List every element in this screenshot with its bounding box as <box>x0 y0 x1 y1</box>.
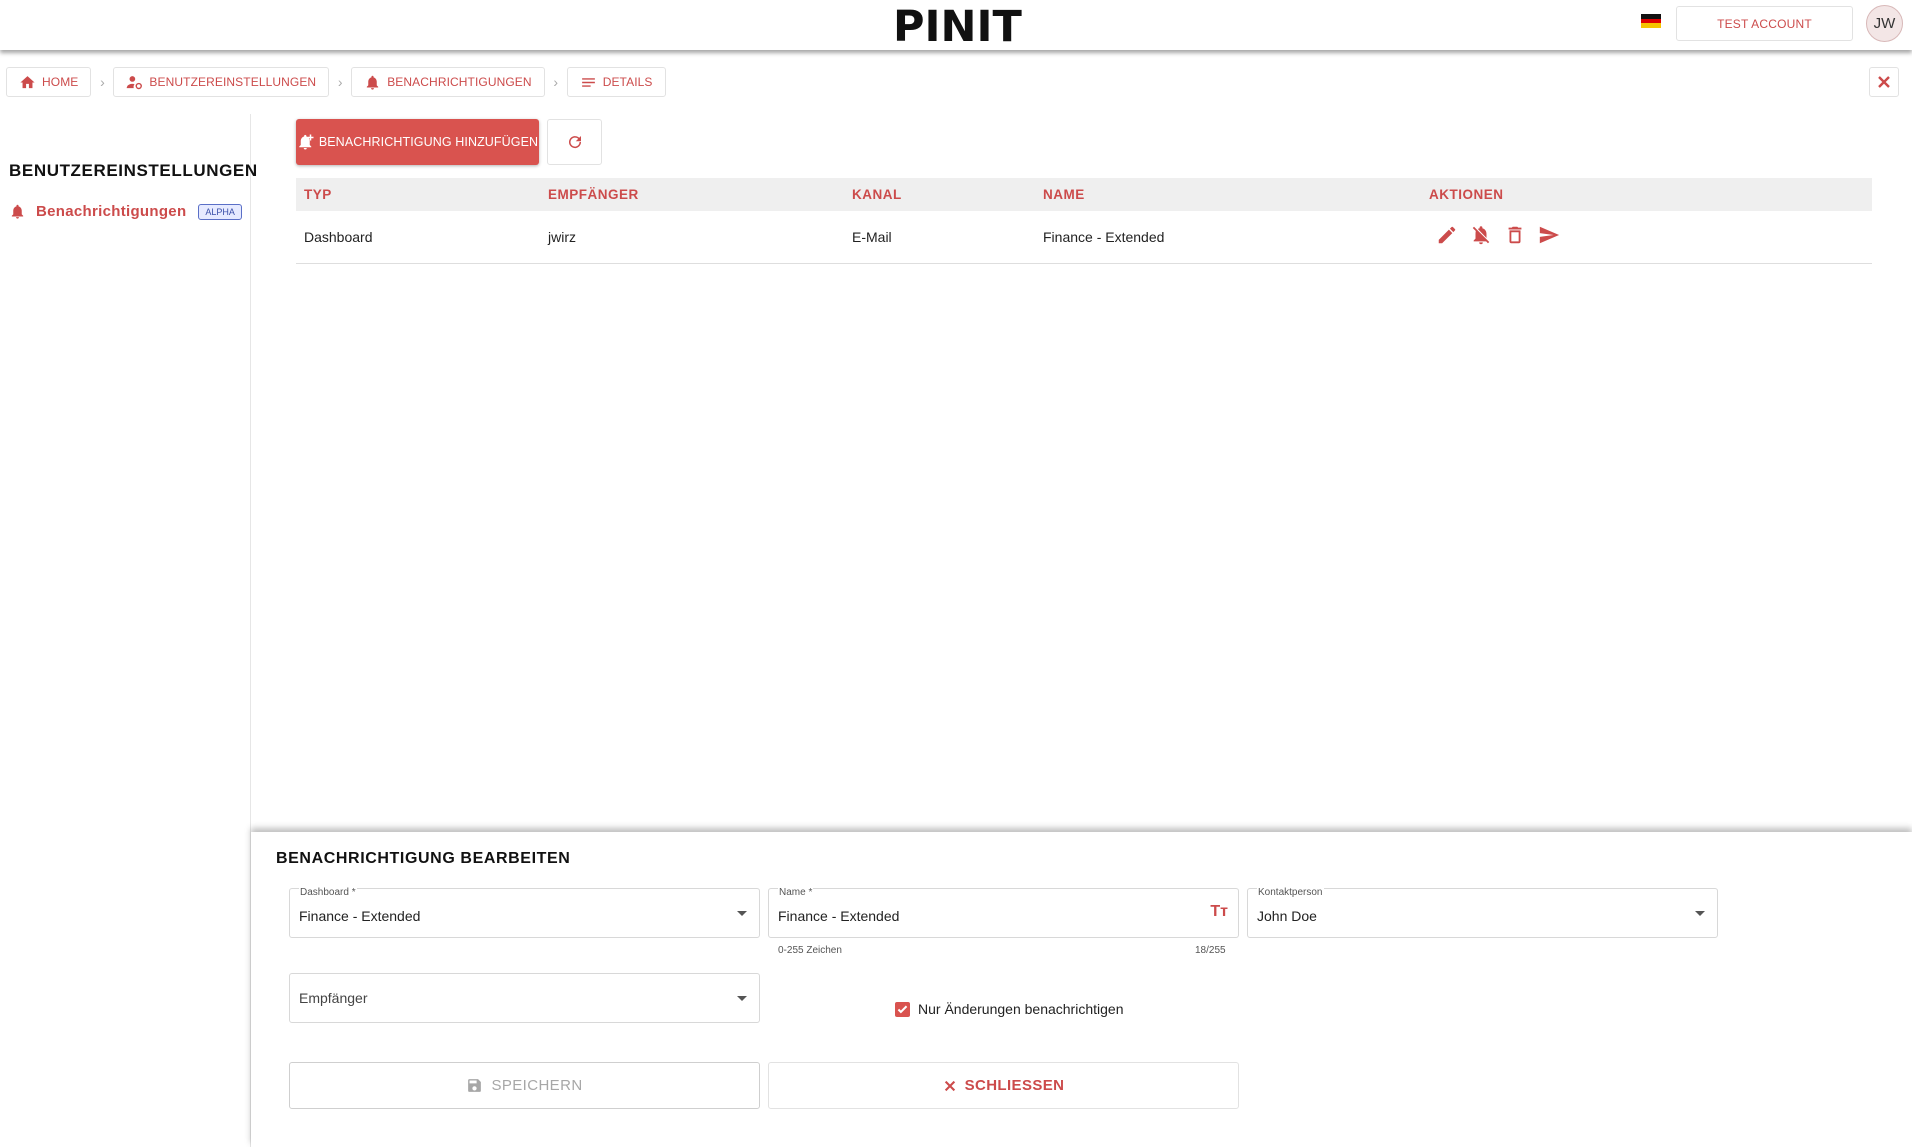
save-label: SPEICHERN <box>491 1077 583 1094</box>
cell-typ: Dashboard <box>304 229 373 245</box>
name-hint: 0-255 Zeichen <box>778 945 842 956</box>
close-panel-button[interactable]: SCHLIESSEN <box>768 1062 1239 1109</box>
table-header: TYP EMPFÄNGER KANAL NAME AKTIONEN <box>296 178 1872 211</box>
chevron-right-icon: › <box>100 74 105 90</box>
bell-icon <box>367 75 379 90</box>
alpha-badge: ALPHA <box>198 203 242 220</box>
text-format-icon: Tт <box>1210 903 1228 920</box>
only-changes-checkbox[interactable] <box>895 1001 910 1017</box>
name-counter: 18/255 <box>1195 945 1226 956</box>
column-header-typ[interactable]: TYP <box>304 187 332 202</box>
recipient-select[interactable]: Empfänger <box>289 973 760 1023</box>
list-icon <box>581 77 595 87</box>
recipient-placeholder: Empfänger <box>299 990 368 1006</box>
chevron-right-icon: › <box>337 74 343 90</box>
add-notification-label: BENACHRICHTIGUNG HINZUFÜGEN <box>318 135 539 149</box>
breadcrumb-user-settings[interactable]: BENUTZEREINSTELLUNGEN <box>113 67 330 97</box>
chevron-down-icon <box>1695 911 1705 916</box>
contact-person-value: John Doe <box>1257 908 1317 924</box>
breadcrumb: HOME › BENUTZEREINSTELLUNGEN › BENACHRIC… <box>6 67 666 97</box>
contact-person-select[interactable]: Kontaktperson John Doe <box>1247 887 1718 938</box>
close-icon <box>1878 76 1890 88</box>
dashboard-select[interactable]: Dashboard * Finance - Extended <box>289 887 760 938</box>
app-logo[interactable]: PINIT <box>893 2 1022 52</box>
name-field[interactable]: Name * Finance - Extended Tт <box>768 887 1239 938</box>
breadcrumb-label: HOME <box>42 75 79 89</box>
breadcrumb-label: BENACHRICHTIGUNGEN <box>387 75 532 89</box>
breadcrumb-home[interactable]: HOME <box>6 67 92 97</box>
bell-icon <box>11 204 24 219</box>
edit-notification-panel: BENACHRICHTIGUNG BEARBEITEN Dashboard * … <box>251 832 1912 1147</box>
refresh-button[interactable] <box>547 119 602 165</box>
close-icon <box>944 1080 955 1091</box>
close-label: SCHLIESSEN <box>964 1077 1065 1094</box>
contact-person-label: Kontaktperson <box>1257 887 1324 898</box>
sidebar: BENUTZEREINSTELLUNGEN Benachrichtigungen… <box>0 114 257 1147</box>
column-header-kanal[interactable]: KANAL <box>852 187 902 202</box>
cell-name: Finance - Extended <box>1043 229 1165 245</box>
name-value: Finance - Extended <box>778 908 900 924</box>
chevron-down-icon <box>737 996 747 1001</box>
sidebar-item-notifications[interactable]: Benachrichtigungen ALPHA <box>9 203 242 220</box>
save-icon <box>468 1079 482 1092</box>
only-changes-checkbox-row[interactable]: Nur Änderungen benachrichtigen <box>895 1001 1123 1017</box>
top-bar: PINIT TEST ACCOUNT JW <box>0 0 1912 52</box>
account-button[interactable]: TEST ACCOUNT <box>1676 6 1853 41</box>
edit-icon[interactable] <box>1436 224 1458 246</box>
save-button[interactable]: SPEICHERN <box>289 1062 760 1109</box>
breadcrumb-label: BENUTZEREINSTELLUNGEN <box>149 75 317 89</box>
refresh-icon <box>568 136 581 149</box>
notifications-table: TYP EMPFÄNGER KANAL NAME AKTIONEN Dashbo… <box>296 178 1872 264</box>
close-button[interactable] <box>1869 67 1899 97</box>
send-icon[interactable] <box>1538 224 1560 246</box>
breadcrumb-label: DETAILS <box>602 75 653 89</box>
table-row[interactable]: Dashboard jwirz E-Mail Finance - Extende… <box>296 211 1872 264</box>
breadcrumb-details[interactable]: DETAILS <box>566 67 666 97</box>
row-actions <box>1436 224 1560 246</box>
column-header-empfaenger[interactable]: EMPFÄNGER <box>548 187 639 202</box>
sidebar-title: BENUTZEREINSTELLUNGEN <box>9 161 258 180</box>
chevron-right-icon: › <box>553 74 559 90</box>
sidebar-item-label: Benachrichtigungen <box>36 203 187 220</box>
column-header-name[interactable]: NAME <box>1043 187 1085 202</box>
home-icon <box>20 75 35 88</box>
dashboard-label: Dashboard * <box>299 887 357 898</box>
column-header-aktionen: AKTIONEN <box>1429 187 1504 202</box>
check-icon <box>897 1005 908 1013</box>
dashboard-value: Finance - Extended <box>299 908 421 924</box>
cell-empfaenger: jwirz <box>548 229 576 245</box>
chevron-down-icon <box>737 911 747 916</box>
de-flag-icon[interactable] <box>1641 14 1661 29</box>
name-label: Name * <box>778 887 814 898</box>
avatar[interactable]: JW <box>1866 5 1903 42</box>
add-notification-button[interactable]: BENACHRICHTIGUNG HINZUFÜGEN <box>296 119 539 165</box>
panel-title: BENACHRICHTIGUNG BEARBEITEN <box>276 850 571 867</box>
delete-icon[interactable] <box>1504 224 1526 246</box>
cell-kanal: E-Mail <box>852 229 892 245</box>
only-changes-label: Nur Änderungen benachrichtigen <box>918 1001 1124 1017</box>
breadcrumb-notifications[interactable]: BENACHRICHTIGUNGEN <box>351 67 545 97</box>
user-settings-icon <box>127 75 143 89</box>
bell-plus-icon <box>299 134 314 150</box>
bell-off-icon[interactable] <box>1470 224 1492 246</box>
